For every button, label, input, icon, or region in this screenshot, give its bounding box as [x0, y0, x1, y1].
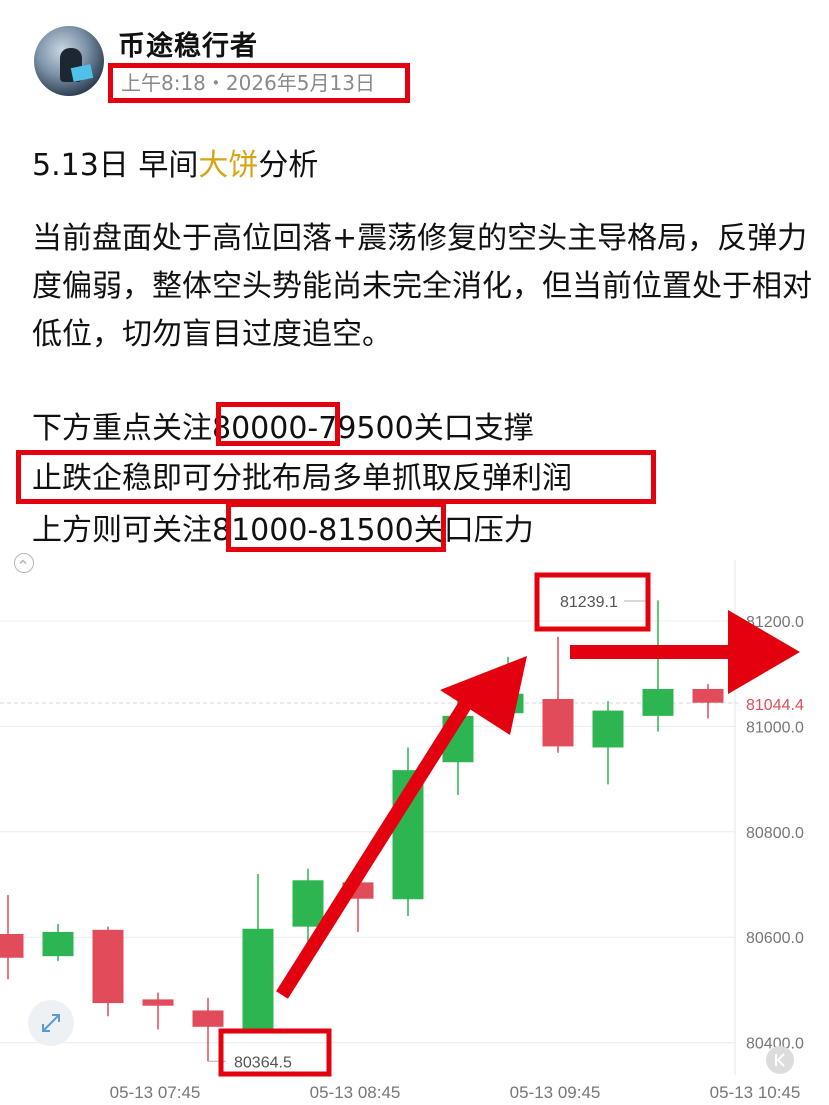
candle-up [242, 928, 274, 1029]
expand-arrows-icon[interactable] [28, 1000, 74, 1046]
x-tick-label: 05-13 07:45 [110, 1083, 201, 1102]
support-level-box [216, 402, 340, 446]
current-price-label: 81044.4 [746, 697, 804, 714]
post-paragraph: 当前盘面处于高位回落+震荡修复的空头主导格局，反弹力度偏弱，整体空头势能尚未完全… [32, 221, 812, 352]
candle-down [192, 1010, 224, 1027]
resistance-range-box [226, 502, 446, 552]
right-arrow-shaft [570, 645, 736, 659]
candle-down [692, 688, 724, 703]
y-tick-label: 81000.0 [746, 719, 804, 736]
title-highlight: 大饼 [198, 148, 259, 183]
action-line-box [16, 450, 656, 504]
post-title: 5.13日 早间大饼分析 [32, 140, 318, 184]
x-tick-label: 05-13 09:45 [510, 1083, 601, 1102]
candle-down [92, 929, 124, 1004]
candle-up [292, 880, 324, 927]
avatar-device [70, 64, 94, 82]
candlestick-chart[interactable]: 80400.080600.080800.081000.081200.005-13… [0, 560, 829, 1105]
avatar[interactable] [34, 26, 104, 96]
post-timestamp: 上午8:18・2026年5月13日 [108, 63, 410, 103]
candle-down [0, 934, 24, 958]
y-tick-label: 80600.0 [746, 930, 804, 947]
x-tick-label: 05-13 08:45 [310, 1083, 401, 1102]
title-prefix: 5.13日 早间 [32, 148, 199, 183]
x-tick-label: 05-13 10:45 [710, 1083, 801, 1102]
candle-up [42, 931, 74, 957]
candle-up [592, 710, 624, 748]
low-price-label: 80364.5 [234, 1054, 292, 1071]
candle-down [542, 698, 574, 747]
candle-down [142, 999, 174, 1006]
double-chevron-left-icon[interactable] [766, 1046, 794, 1074]
title-suffix: 分析 [258, 148, 319, 183]
high-price-label: 81239.1 [560, 594, 618, 611]
username[interactable]: 币途稳行者 [118, 24, 258, 63]
y-tick-label: 80800.0 [746, 825, 804, 842]
uptrend-arrow-shaft [276, 701, 471, 999]
candle-up [642, 688, 674, 716]
